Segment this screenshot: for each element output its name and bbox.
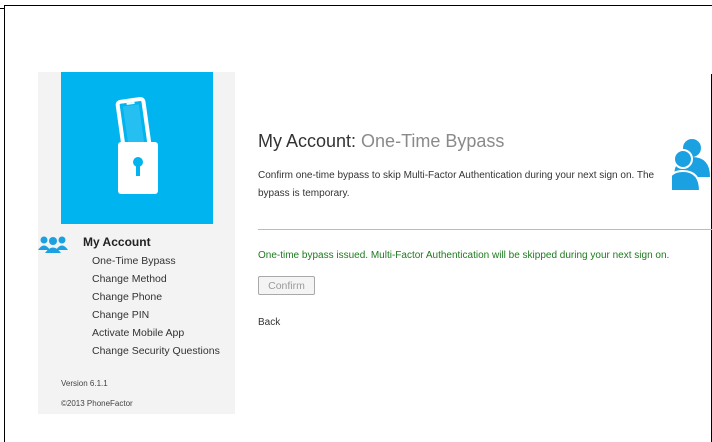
sidebar-item-change-phone[interactable]: Change Phone <box>92 288 220 306</box>
logo-tile <box>61 72 213 224</box>
copyright-text: ©2013 PhoneFactor <box>61 399 133 408</box>
confirm-button[interactable]: Confirm <box>258 276 315 295</box>
sidebar-item-activate-mobile-app[interactable]: Activate Mobile App <box>92 324 220 342</box>
my-account-heading: My Account <box>83 235 151 249</box>
success-message: One-time bypass issued. Multi-Factor Aut… <box>258 250 670 261</box>
version-text: Version 6.1.1 <box>61 379 108 388</box>
sidebar-item-change-security-questions[interactable]: Change Security Questions <box>92 342 220 360</box>
page-title-section: One-Time Bypass <box>361 131 505 151</box>
sidebar-item-change-pin[interactable]: Change PIN <box>92 306 220 324</box>
page-title: My Account: One-Time Bypass <box>258 131 504 152</box>
sidebar: My Account One-Time Bypass Change Method… <box>38 72 235 414</box>
frame-top-border <box>4 5 712 6</box>
page-description: Confirm one-time bypass to skip Multi-Fa… <box>258 170 655 199</box>
sidebar-item-one-time-bypass[interactable]: One-Time Bypass <box>92 252 220 270</box>
sidebar-item-change-method[interactable]: Change Method <box>92 270 220 288</box>
frame-tick <box>0 8 4 9</box>
users-icon <box>664 137 712 198</box>
users-icon <box>38 234 68 259</box>
sidebar-nav: One-Time Bypass Change Method Change Pho… <box>92 252 220 360</box>
frame-left-border <box>4 5 5 442</box>
phone-lock-icon <box>115 96 158 194</box>
back-link[interactable]: Back <box>258 317 280 328</box>
section-divider <box>258 229 712 230</box>
page-title-prefix: My Account: <box>258 131 362 151</box>
